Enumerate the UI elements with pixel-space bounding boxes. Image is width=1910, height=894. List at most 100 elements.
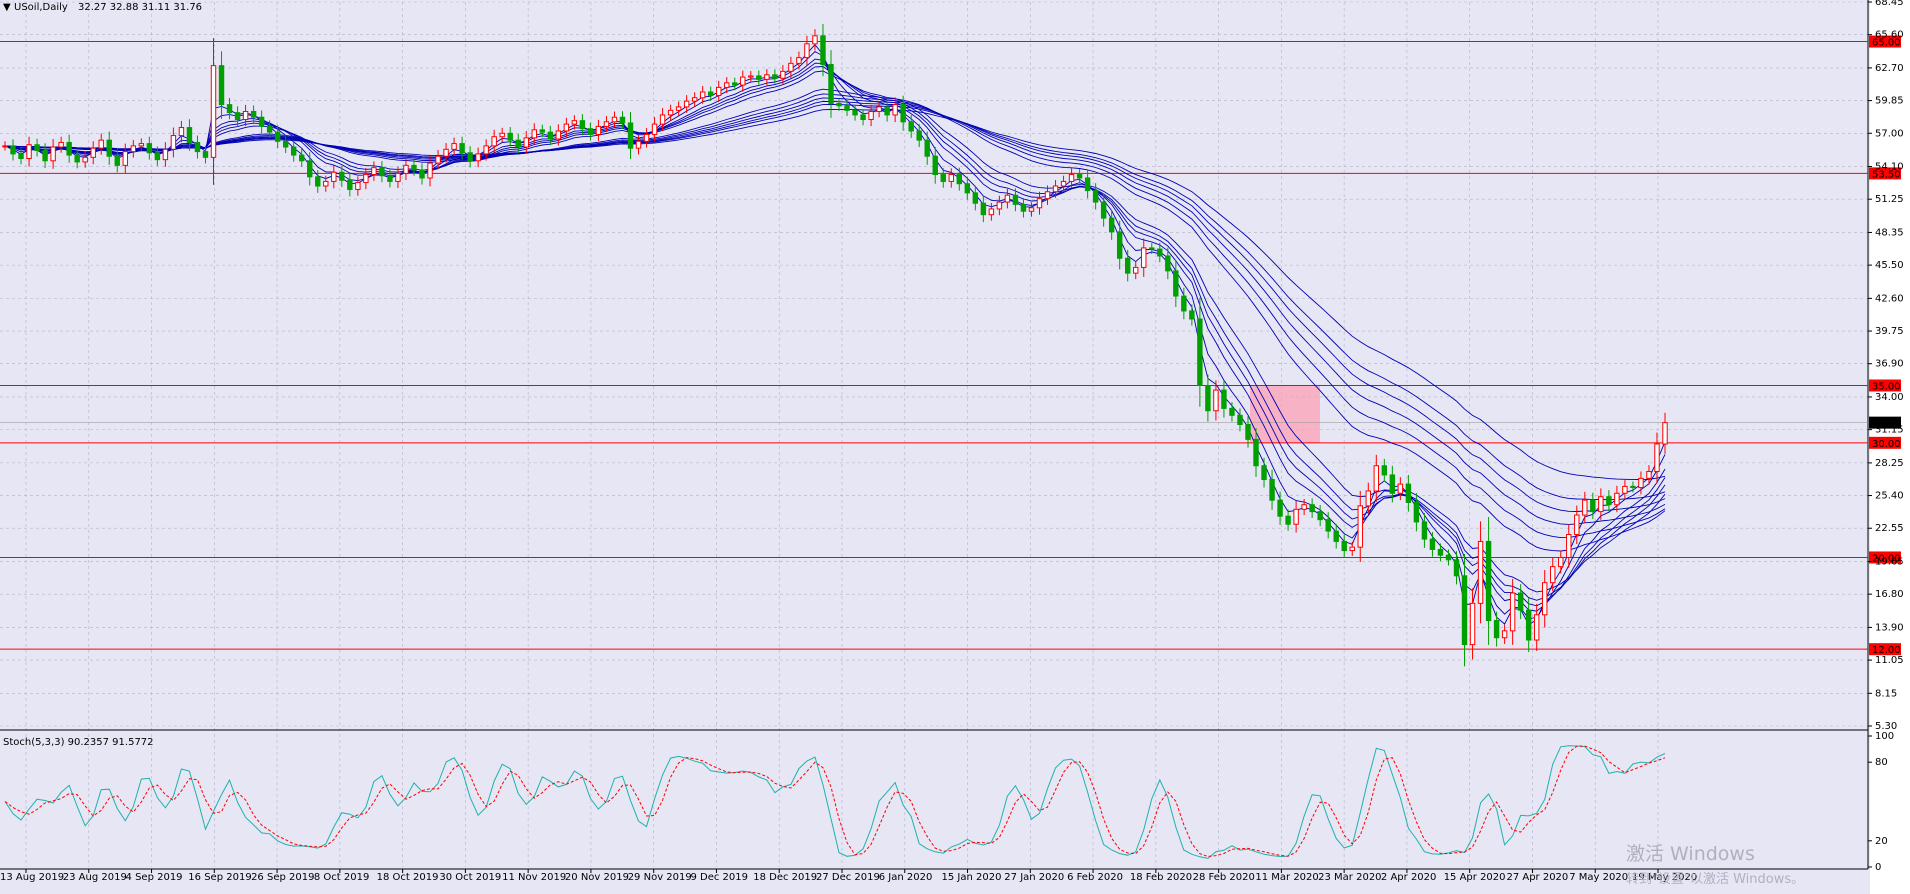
candle-body (1116, 231, 1123, 259)
price-tick-label: 48.35 (1875, 227, 1904, 238)
time-tick-label: 6 Feb 2020 (1067, 872, 1123, 883)
candle-body (1654, 443, 1660, 472)
candle-body (611, 116, 618, 123)
highlight-zone (1250, 385, 1320, 443)
price-tick-label: 45.50 (1875, 260, 1904, 271)
candle-body (1429, 538, 1436, 550)
candle-body (1333, 530, 1339, 542)
price-tick-label: 51.25 (1875, 194, 1904, 205)
candle-body (643, 133, 650, 142)
candle-body (788, 62, 794, 72)
candle-body (1598, 496, 1604, 513)
candle-body (138, 143, 145, 147)
candle-body (507, 132, 513, 141)
candle-body (1157, 248, 1163, 257)
candle-body (1149, 247, 1155, 250)
time-tick-label: 2 Apr 2020 (1381, 872, 1436, 883)
candle-body (1501, 630, 1508, 639)
candle-body (716, 86, 722, 96)
candle-body (1060, 180, 1067, 187)
time-tick-label: 7 May 2020 (1569, 872, 1628, 883)
candle-body (258, 116, 265, 127)
time-tick-label: 30 Oct 2019 (439, 872, 501, 883)
candle-body (603, 121, 610, 127)
time-tick-label: 15 Jan 2020 (942, 872, 1002, 883)
candle-body (1533, 614, 1540, 641)
candle-body (210, 65, 217, 158)
candle-body (194, 141, 201, 153)
candle-body (1574, 514, 1580, 536)
candle-body (635, 140, 642, 149)
candle-body (274, 131, 281, 142)
candle-body (1381, 465, 1388, 476)
candle-body (331, 171, 337, 182)
price-chart[interactable]: 65.0053.5035.0030.0020.0012.0031.76 68.4… (0, 0, 1910, 894)
candle-body (980, 202, 987, 216)
candle-body (828, 63, 834, 104)
candle-body (948, 174, 954, 182)
candle-body (1125, 257, 1131, 274)
candle-body (1205, 384, 1211, 412)
highlight-zone-rect (1250, 385, 1320, 443)
stoch-tick-label: 100 (1875, 731, 1894, 742)
header-arrow[interactable]: ▼ (3, 2, 11, 13)
candle-body (1213, 389, 1219, 412)
price-tick-label: 59.85 (1875, 96, 1904, 107)
candle-body (1012, 194, 1019, 205)
price-tick-label: 31.15 (1875, 425, 1904, 436)
candle-body (218, 65, 225, 106)
candle-body (988, 208, 995, 216)
price-tick-label: 36.90 (1875, 359, 1904, 370)
candle-body (186, 127, 193, 143)
candle-body (1566, 534, 1572, 558)
candle-body (1325, 519, 1331, 532)
candle-body (1269, 479, 1275, 501)
candle-body (66, 141, 72, 156)
candle-body (1606, 496, 1612, 506)
candle-body (170, 135, 177, 150)
candle-body (122, 151, 128, 166)
candle-body (868, 110, 874, 121)
time-tick-label: 9 Dec 2019 (690, 872, 748, 883)
stoch-label: Stoch(5,3,3) 90.2357 91.5772 (3, 737, 154, 748)
price-tick-label: 22.55 (1875, 523, 1904, 534)
level-tag-label: 35.00 (1872, 381, 1901, 392)
candle-body (756, 75, 762, 80)
candle-body (467, 152, 473, 162)
candle-body (1485, 540, 1492, 622)
candle-body (419, 169, 425, 179)
time-tick-label: 28 Feb 2020 (1193, 872, 1255, 883)
time-tick-label: 26 Sep 2019 (251, 872, 314, 883)
price-axis: 68.45 65.60 62.70 59.85 57.00 54.10 51.25 48.35… (1868, 0, 1904, 873)
price-tick-label: 39.75 (1875, 326, 1904, 337)
candle-body (202, 151, 209, 158)
ohlc-readout: 32.27 32.88 31.11 31.76 (78, 2, 202, 13)
candle-body (675, 106, 682, 111)
price-tick-label: 19.65 (1875, 556, 1904, 567)
time-tick-label: 29 Nov 2019 (628, 872, 692, 883)
time-tick-label: 27 Apr 2020 (1506, 872, 1568, 883)
candle-body (1542, 582, 1548, 616)
candle-body (266, 125, 273, 133)
candle-body (315, 176, 321, 187)
candle-body (1445, 554, 1452, 561)
candle-body (339, 171, 345, 181)
candle-body (1317, 511, 1323, 521)
candle-body (10, 145, 16, 155)
candle-body (1421, 521, 1428, 540)
candle-body (154, 152, 161, 161)
candle-body (724, 82, 730, 88)
candle-body (1413, 501, 1420, 523)
candle-body (595, 125, 602, 135)
candle-body (491, 136, 497, 147)
candle-body (1509, 592, 1516, 632)
candle-body (411, 164, 417, 171)
price-tick-label: 57.00 (1875, 128, 1904, 139)
candle-body (555, 130, 562, 140)
candle-body (1084, 177, 1091, 192)
candle-body (531, 129, 537, 139)
candle-body (1261, 465, 1267, 481)
candle-body (1052, 185, 1059, 193)
candle-body (483, 145, 489, 155)
time-tick-label: 18 Oct 2019 (377, 872, 439, 883)
